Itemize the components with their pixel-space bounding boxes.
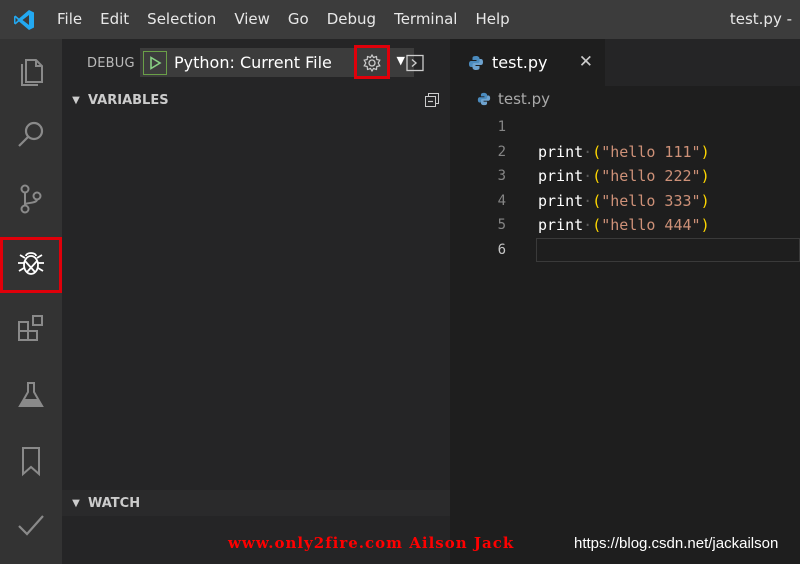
line-number: 3 (497, 168, 506, 184)
menu-edit[interactable]: Edit (91, 0, 138, 39)
breadcrumb: test.py (450, 86, 800, 112)
terminal-icon (406, 54, 424, 72)
debug-console-button[interactable] (401, 49, 429, 77)
play-icon (150, 55, 162, 70)
code-function: print (538, 167, 584, 185)
line-number: 2 (497, 143, 506, 160)
title-bar: File Edit Selection View Go Debug Termin… (0, 0, 800, 39)
debug-sidebar: DEBUG Python: Current File ▼ ▼ VARIABLES (62, 39, 450, 564)
vscode-logo-icon (0, 0, 48, 39)
menu-debug[interactable]: Debug (318, 0, 385, 39)
search-icon[interactable] (0, 103, 62, 167)
code-line: 3 print·("hello 222") (450, 164, 800, 189)
activity-bar (0, 39, 62, 564)
start-debugging-button[interactable] (143, 50, 167, 75)
window-title: test.py - (729, 10, 792, 28)
code-editor[interactable]: 1 2 print·("hello 111") 3 print·("hello … (450, 115, 800, 262)
configuration-name: Python: Current File (174, 53, 332, 72)
menu-view[interactable]: View (225, 0, 279, 39)
site-watermark: www.only2fire.com Ailson Jack (228, 534, 515, 552)
code-string: "hello 111" (601, 142, 701, 161)
menu-help[interactable]: Help (466, 0, 518, 39)
python-file-icon (477, 92, 491, 106)
code-function: print (538, 191, 584, 210)
code-line-current: 6 (450, 237, 800, 263)
close-icon[interactable]: ✕ (579, 52, 593, 72)
code-text: print·("hello 333") (538, 191, 710, 210)
breadcrumb-file[interactable]: test.py (498, 90, 550, 108)
menu-selection[interactable]: Selection (138, 0, 225, 39)
variables-section-header[interactable]: ▼ VARIABLES (62, 87, 450, 113)
code-text: print·("hello 444") (538, 216, 710, 234)
code-line: 2 print·("hello 111") (450, 140, 800, 165)
chevron-down-icon: ▼ (72, 497, 80, 509)
line-number: 1 (497, 119, 506, 135)
code-string: "hello 333" (601, 191, 701, 210)
editor-area: test.py ✕ test.py 1 2 print·("hello 111"… (450, 39, 800, 564)
code-text: print·("hello 111") (538, 142, 710, 161)
debug-icon-highlight (0, 237, 62, 293)
code-text: print·("hello 222") (538, 167, 710, 185)
menu-go[interactable]: Go (279, 0, 318, 39)
gear-highlight (354, 45, 390, 79)
menu-terminal[interactable]: Terminal (385, 0, 466, 39)
explorer-icon[interactable] (0, 39, 62, 103)
source-control-icon[interactable] (0, 167, 62, 231)
collapse-all-icon[interactable] (424, 92, 440, 108)
code-line: 5 print·("hello 444") (450, 213, 800, 238)
debug-label: DEBUG (87, 55, 135, 71)
menu-file[interactable]: File (48, 0, 91, 39)
line-number: 6 (497, 241, 506, 258)
check-icon[interactable] (0, 493, 62, 557)
extensions-icon[interactable] (0, 297, 62, 361)
code-string: "hello 222" (601, 167, 701, 185)
test-flask-icon[interactable] (0, 363, 62, 427)
python-file-icon (469, 55, 483, 70)
editor-tab-bar: test.py ✕ (450, 39, 800, 86)
menu-bar: File Edit Selection View Go Debug Termin… (48, 0, 519, 39)
watch-section-header[interactable]: ▼ WATCH (62, 490, 450, 516)
code-function: print (538, 216, 584, 234)
tab-test-py[interactable]: test.py ✕ (450, 39, 605, 86)
code-function: print (538, 142, 584, 161)
code-line: 1 (450, 115, 800, 140)
variables-title: VARIABLES (88, 92, 169, 108)
line-number: 5 (497, 217, 506, 233)
bookmark-icon[interactable] (0, 429, 62, 493)
url-watermark: https://blog.csdn.net/jackailson (574, 535, 779, 552)
watch-title: WATCH (88, 495, 141, 511)
code-line: 4 print·("hello 333") (450, 189, 800, 214)
current-line-highlight (536, 237, 800, 262)
code-string: "hello 444" (601, 216, 701, 234)
tab-label: test.py (492, 53, 548, 72)
chevron-down-icon: ▼ (72, 94, 80, 106)
line-number: 4 (497, 192, 506, 209)
